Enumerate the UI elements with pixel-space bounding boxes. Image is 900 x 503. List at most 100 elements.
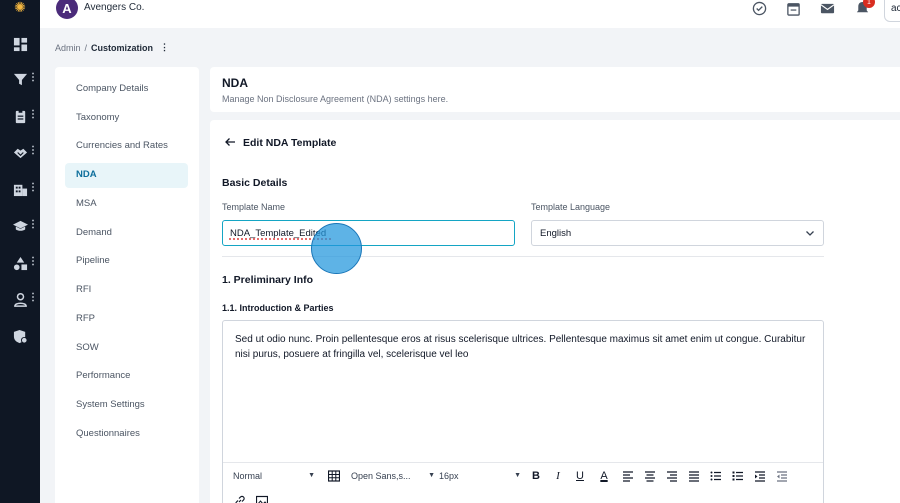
template-name-input[interactable] [222,220,515,246]
more-dots-icon[interactable]: ⋮ [28,293,38,303]
paragraph-style-value: Normal [233,470,263,481]
editor-toolbar: Normal ▼ Open Sans,s... ▼ 16px ▼ B I U A [223,462,823,488]
indent-button[interactable] [749,467,771,485]
rich-text-editor[interactable]: Sed ut odio nunc. Proin pellentesque ero… [222,320,824,503]
top-bar: A Avengers Co. 1 ac [40,0,900,28]
org-logo[interactable]: A [56,0,78,19]
form-title: Edit NDA Template [243,137,337,149]
sun-logo-icon: ✺ [14,0,26,15]
rail-item-building[interactable]: ⋮ [0,177,40,201]
dashboard-icon [13,37,27,51]
shield-gear-icon [13,329,28,344]
align-center-button[interactable] [639,467,661,485]
template-language-select[interactable]: English [531,220,824,246]
more-dots-icon[interactable]: ⋮ [28,73,38,83]
font-family-value: Open Sans,s... [351,470,411,481]
editor-content[interactable]: Sed ut odio nunc. Proin pellentesque ero… [235,333,810,362]
chevron-down-icon: ▼ [308,472,315,479]
edit-template-form: Edit NDA Template Basic Details Template… [210,120,900,503]
user-icon [13,292,27,307]
chevron-down-icon: ▼ [514,472,521,479]
rail-item-admin[interactable] [0,324,40,348]
template-name-label: Template Name [222,202,286,212]
menu-item-nda[interactable]: NDA [65,163,188,188]
underline-button[interactable]: U [569,467,591,485]
chevron-down-icon [806,231,814,236]
menu-item-questionnaires[interactable]: Questionnaires [65,422,188,447]
menu-item-sow[interactable]: SOW [65,336,188,361]
paragraph-style-select[interactable]: Normal ▼ [233,468,319,484]
menu-item-taxonomy[interactable]: Taxonomy [65,106,188,131]
outdent-icon [777,470,787,482]
numbered-list-button[interactable] [727,467,749,485]
breadcrumb-current: Customization [91,42,154,53]
image-icon [256,495,268,503]
bold-button[interactable]: B [525,467,547,485]
more-dots-icon[interactable]: ⋮ [28,146,38,156]
check-circle-icon [752,1,766,15]
menu-item-performance[interactable]: Performance [65,364,188,389]
rail-item-user[interactable]: ⋮ [0,287,40,311]
font-size-select[interactable]: 16px ▼ [439,468,525,484]
more-dots-icon[interactable]: ⋮ [28,110,38,120]
link-button[interactable] [233,492,247,503]
more-dots-icon[interactable]: ⋮ [28,220,38,230]
more-dots-icon[interactable]: ⋮ [28,257,38,267]
settings-menu: Company Details Taxonomy Currencies and … [55,67,199,503]
rail-item-clipboard[interactable]: ⋮ [0,104,40,128]
graduation-cap-icon [12,220,28,231]
menu-item-system-settings[interactable]: System Settings [65,393,188,418]
notification-count-badge: 1 [863,0,875,8]
back-arrow-icon[interactable] [224,136,236,148]
shapes-icon [13,256,27,270]
font-family-select[interactable]: Open Sans,s... ▼ [351,468,439,484]
section-heading: 1. Preliminary Info [222,274,314,286]
editor-toolbar-row-2 [233,492,269,503]
rail-item-handshake[interactable]: ⋮ [0,140,40,164]
page-header: NDA Manage Non Disclosure Agreement (NDA… [210,67,900,112]
user-menu-button[interactable]: ac [884,0,900,22]
click-indicator [311,223,362,274]
basic-details-heading: Basic Details [222,177,288,189]
font-color-button[interactable]: A [591,467,617,485]
subsection-heading: 1.1. Introduction & Parties [222,303,334,313]
left-nav-rail: ✺ ⋮ ⋮ ⋮ ⋮ ⋮ ⋮ ⋮ [0,0,40,503]
rail-item-filter[interactable]: ⋮ [0,67,40,91]
align-justify-button[interactable] [683,467,705,485]
building-icon [13,184,27,196]
indent-icon [755,470,765,482]
italic-button[interactable]: I [547,467,569,485]
chevron-down-icon: ▼ [428,472,435,479]
breadcrumb-admin-link[interactable]: Admin [55,43,81,53]
rail-item-training[interactable]: ⋮ [0,214,40,238]
rail-item-shapes[interactable]: ⋮ [0,251,40,275]
menu-item-company-details[interactable]: Company Details [65,77,188,102]
template-language-label: Template Language [531,202,611,212]
rail-item-dashboard[interactable] [0,32,40,56]
align-right-button[interactable] [661,467,683,485]
bullet-list-button[interactable] [705,467,727,485]
calendar-icon [786,2,800,16]
insert-image-button[interactable] [255,492,269,503]
align-justify-icon [689,470,699,482]
template-language-value: English [540,228,572,239]
calendar-button[interactable] [785,0,801,16]
menu-item-currencies[interactable]: Currencies and Rates [65,134,188,159]
page-subtitle: Manage Non Disclosure Agreement (NDA) se… [222,94,449,104]
insert-table-button[interactable] [319,467,349,485]
tasks-button[interactable] [751,0,767,16]
kebab-icon[interactable]: ⋮ [160,42,169,53]
filter-icon [13,73,27,85]
menu-item-msa[interactable]: MSA [65,192,188,217]
mail-button[interactable] [819,0,835,16]
menu-item-demand[interactable]: Demand [65,221,188,246]
menu-item-pipeline[interactable]: Pipeline [65,249,188,274]
link-icon [235,495,245,503]
align-left-icon [623,470,633,482]
font-size-value: 16px [439,470,459,481]
menu-item-rfp[interactable]: RFP [65,307,188,332]
menu-item-rfi[interactable]: RFI [65,278,188,303]
more-dots-icon[interactable]: ⋮ [28,183,38,193]
align-left-button[interactable] [617,467,639,485]
outdent-button[interactable] [771,467,793,485]
